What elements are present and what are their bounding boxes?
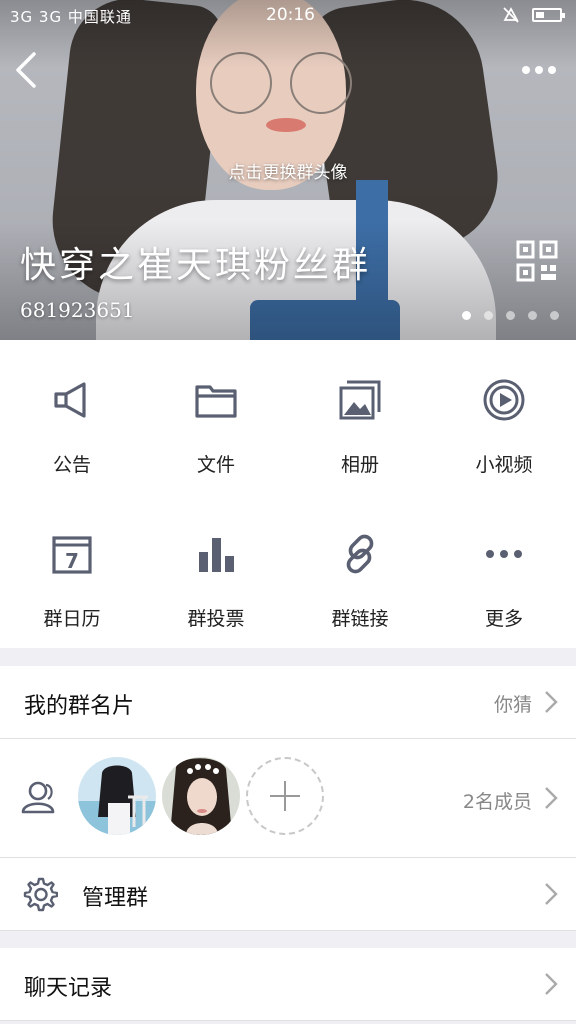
manage-group-row[interactable]: 管理群 [0,858,576,930]
row-title: 聊天记录 [24,976,113,1001]
feature-label: 相册 [340,454,379,476]
feature-more[interactable]: 更多 [432,494,576,648]
link-icon [346,534,374,574]
feature-announcement[interactable]: 公告 [0,340,144,494]
feature-calendar[interactable]: 7 群日历 [0,494,144,648]
calendar-icon: 7 [52,536,92,574]
qr-code-icon[interactable] [516,240,558,282]
calendar-day: 7 [65,549,79,573]
photo-album-icon [339,380,381,420]
group-id: 681923651 [20,298,135,322]
change-avatar-link[interactable]: 点击更换群头像 [0,158,576,183]
silent-mode-icon [503,7,519,23]
megaphone-icon [54,382,86,418]
chevron-right-icon [545,691,558,713]
group-name: 快穿之崔天琪粉丝群 [20,245,372,286]
row-title: 管理群 [82,886,149,911]
feature-label: 群投票 [187,608,245,630]
bar-chart-icon [199,538,234,572]
feature-label: 文件 [196,454,235,476]
members-icon [21,781,55,814]
feature-label: 公告 [52,454,91,476]
clock: 20:16 [266,5,315,25]
status-icons [502,7,565,23]
feature-label: 更多 [484,608,523,630]
feature-grid: 公告 文件 相册 小视频 7 群日历 群投票 群链接 更多 [0,340,576,648]
chat-history-row[interactable]: 聊天记录 [0,948,576,1020]
chevron-right-icon [545,883,558,905]
gear-icon [23,877,58,912]
page-dot [528,311,537,320]
feature-label: 群链接 [331,608,389,630]
feature-album[interactable]: 相册 [288,340,432,494]
member-avatar[interactable] [78,757,156,835]
status-bar: 3G 3G 中国联通 20:16 [0,0,576,30]
more-dots-icon [486,550,522,558]
members-row[interactable]: 2名成员 [0,739,576,857]
page-dot [462,311,471,320]
feature-vote[interactable]: 群投票 [144,494,288,648]
group-cover[interactable]: 3G 3G 中国联通 20:16 点击更换群头像 快穿之崔天琪粉丝群 68192… [0,0,576,340]
feature-label: 群日历 [43,608,101,630]
battery-icon [532,8,565,22]
page-dot [484,311,493,320]
row-value: 你猜 [493,694,532,716]
page-dot [506,311,515,320]
member-count: 2名成员 [462,791,532,813]
carrier-label: 3G 3G 中国联通 [10,8,132,26]
feature-label: 小视频 [475,454,533,476]
member-avatar[interactable] [162,757,240,835]
feature-link[interactable]: 群链接 [288,494,432,648]
video-play-icon [483,379,525,421]
feature-short-video[interactable]: 小视频 [432,340,576,494]
add-member-button[interactable] [246,757,324,835]
chevron-right-icon [545,787,558,809]
my-group-card-row[interactable]: 我的群名片 你猜 [0,666,576,738]
divider [0,1020,576,1021]
back-button[interactable] [12,50,44,90]
page-dot [550,311,559,320]
chevron-right-icon [545,973,558,995]
divider [0,930,576,931]
feature-files[interactable]: 文件 [144,340,288,494]
cover-page-indicator [462,311,559,320]
more-options-button[interactable] [522,60,562,80]
folder-icon [195,385,237,418]
row-title: 我的群名片 [24,694,135,719]
